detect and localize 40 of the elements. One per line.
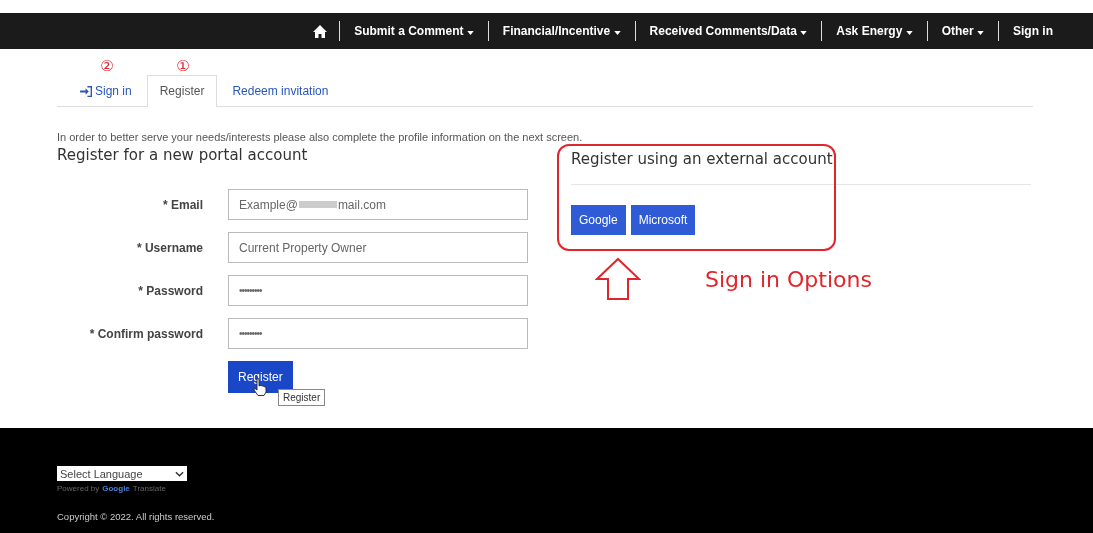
powered-by-text: Powered by xyxy=(57,484,100,493)
up-arrow-icon xyxy=(595,257,641,301)
nav-menu[interactable]: Received Comments/Data xyxy=(635,24,822,38)
password-field[interactable]: ••••••••• xyxy=(228,318,528,349)
caret-icon xyxy=(466,31,474,35)
nav-menu[interactable]: Financial/Incentive xyxy=(488,24,635,38)
translate-link[interactable]: Translate xyxy=(132,484,166,493)
field-label: * Password xyxy=(137,283,203,298)
google-logo: Google xyxy=(102,484,130,493)
tooltip: Register xyxy=(278,389,326,406)
input-field[interactable]: Current Property Owner xyxy=(228,232,528,263)
password-field[interactable]: ••••••••• xyxy=(228,275,528,306)
caret-icon xyxy=(905,31,913,35)
caret-icon xyxy=(800,31,808,35)
caret-icon xyxy=(613,31,621,35)
nav-menu[interactable]: Other xyxy=(927,24,998,38)
input-field[interactable]: Example@ mail.com xyxy=(228,189,528,220)
tab[interactable]: Register xyxy=(146,75,218,107)
field-label: * Email xyxy=(161,197,203,212)
caret-icon xyxy=(977,31,984,35)
nav-link[interactable]: Sign in xyxy=(999,24,1067,38)
tab[interactable]: Redeem invitation xyxy=(219,75,342,106)
copyright-text: Copyright © 2022. All rights reserved. xyxy=(57,511,216,522)
register-button[interactable]: Register xyxy=(228,361,293,393)
annotation-text: Sign in Options xyxy=(705,266,872,292)
tab[interactable]: Sign in xyxy=(67,75,145,106)
section-heading: Register for a new portal account xyxy=(57,146,309,164)
annotation-number: ① xyxy=(176,57,190,75)
provider-button[interactable]: Google xyxy=(571,205,626,235)
language-select[interactable]: Select Language xyxy=(57,466,187,481)
intro-text: In order to better serve your needs/interests please also complete the profile information on the next screen. xyxy=(57,131,584,143)
nav-menu[interactable]: Submit a Comment xyxy=(340,24,488,38)
chevron-down-icon xyxy=(175,470,184,477)
provider-button[interactable]: Microsoft xyxy=(630,205,696,235)
home-icon[interactable] xyxy=(313,24,328,38)
nav-menu[interactable]: Ask Energy xyxy=(822,24,927,38)
field-label: * Confirm password xyxy=(88,326,203,341)
annotation-number: ② xyxy=(100,57,114,75)
section-heading: Register using an external account xyxy=(571,150,834,168)
field-label: * Username xyxy=(135,240,203,255)
